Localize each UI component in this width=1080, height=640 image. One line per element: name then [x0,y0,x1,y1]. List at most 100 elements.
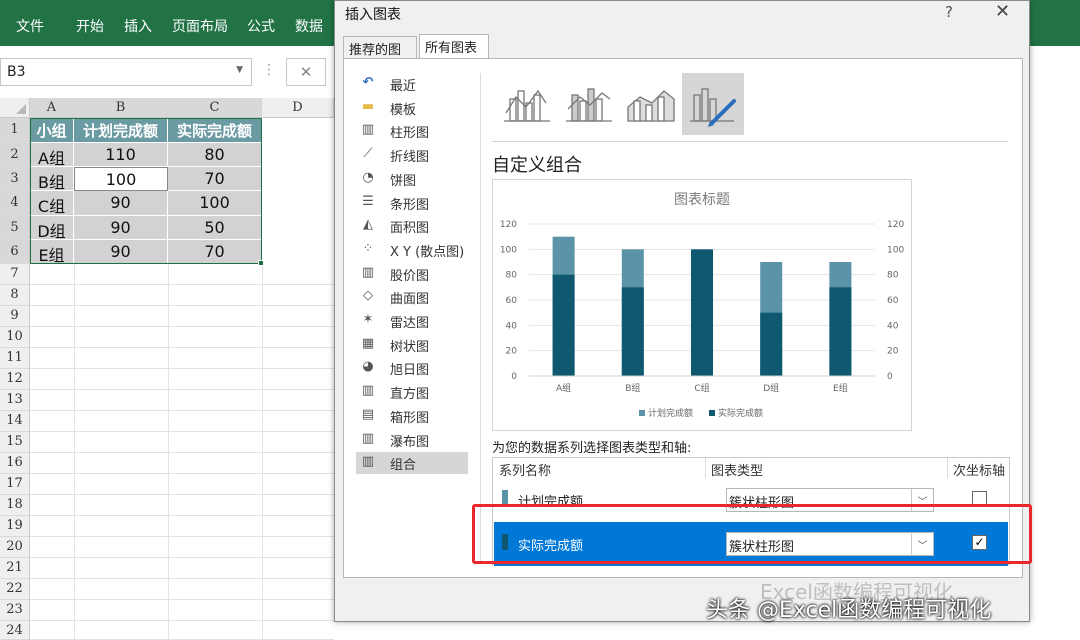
gridline [30,431,334,432]
y-tick-label: 120 [500,220,517,230]
divider [492,141,1008,142]
column-header[interactable]: D [262,98,334,118]
surface-chart-icon: ◇ [363,288,373,304]
chart-type-item[interactable]: ▥ 股价图 [356,263,468,285]
fill-handle[interactable] [258,260,264,266]
y-tick-label: 60 [506,296,518,306]
row-header[interactable]: 19 [0,516,30,537]
gridline [30,473,334,474]
row-header[interactable]: 7 [0,264,30,285]
chart-type-item[interactable]: ☰ 条形图 [356,192,468,214]
tab-formulas[interactable]: 公式 [247,16,275,36]
divider [480,73,481,563]
chart-type-item[interactable]: ◕ 旭日图 [356,357,468,379]
row-header[interactable]: 11 [0,348,30,369]
chart-type-label: 柱形图 [390,126,430,142]
tab-all-charts[interactable]: 所有图表 [419,34,489,58]
chart-type-item[interactable]: ◔ 饼图 [356,168,468,190]
tab-insert[interactable]: 插入 [124,16,152,36]
cancel-button[interactable]: ✕ [286,58,326,86]
row-header[interactable]: 12 [0,369,30,390]
tab-file[interactable]: 文件 [16,16,44,36]
chart-type-item[interactable]: ↶ 最近 [356,73,468,95]
clustered-column-line-secondary-icon[interactable] [558,73,620,135]
y-tick-label: 0 [511,372,517,382]
row-header[interactable]: 21 [0,558,30,579]
chart-type-item[interactable]: ▥ 组合 [356,452,468,475]
clustered-column-line-icon[interactable] [496,73,558,135]
chart-type-label: 组合 [390,458,417,474]
chart-type-item[interactable]: ▥ 柱形图 [356,120,468,142]
tab-recommended-charts[interactable]: 推荐的图表 [343,36,417,77]
chevron-down-icon[interactable]: ▼ [236,65,243,75]
row-header[interactable]: 18 [0,495,30,516]
tab-page-layout[interactable]: 页面布局 [172,16,228,36]
row-header[interactable]: 16 [0,453,30,474]
chart-type-item[interactable]: ✶ 雷达图 [356,310,468,332]
row-header[interactable]: 9 [0,306,30,327]
row-header[interactable]: 24 [0,621,30,640]
column-header[interactable]: A [30,98,74,118]
row-header[interactable]: 17 [0,474,30,495]
row-header[interactable]: 3 [0,167,30,191]
selection-border [30,118,262,264]
chart-type-item[interactable]: ▥ 直方图 [356,381,468,403]
row-header[interactable]: 14 [0,411,30,432]
tab-home[interactable]: 开始 [76,16,104,36]
chart-type-item[interactable]: ⁘ X Y (散点图) [356,239,468,261]
y-tick-label: 100 [500,245,517,255]
chart-type-item[interactable]: ▥ 瀑布图 [356,429,468,451]
gridline [30,599,334,600]
custom-combo-icon[interactable] [682,73,744,135]
row-header[interactable]: 6 [0,240,30,264]
chart-type-item[interactable]: ⟋ 折线图 [356,144,468,166]
chart-type-label: 雷达图 [390,316,430,331]
chart-type-label: 树状图 [390,339,430,355]
close-button[interactable]: ✕ [995,1,1010,22]
column-header[interactable]: C [168,98,262,118]
chart-svg: 图表标题 0 0 20 20 40 40 60 60 80 80 100 100 120 120 A组 B组 C组… [500,192,905,419]
tab-data[interactable]: 数据 [295,16,323,36]
combo-subtype-icons [492,73,752,137]
chart-type-label: 直方图 [390,387,430,403]
sunburst-icon: ◕ [362,359,374,375]
stacked-area-column-icon[interactable] [620,73,682,135]
chart-type-item[interactable]: ▤ 箱形图 [356,405,468,427]
watermark: 头条 @Excel函数编程可视化 [706,598,992,623]
row-header[interactable]: 23 [0,600,30,621]
legend-label: 计划完成额 [648,407,693,419]
bar-actual [691,249,713,376]
row-header[interactable]: 15 [0,432,30,453]
row-header[interactable]: 5 [0,216,30,240]
row-header[interactable]: 13 [0,390,30,411]
chart-type-item[interactable]: ▬ 模板 [356,97,468,119]
name-box[interactable]: B3 ▼ [0,58,252,86]
combo-title: 自定义组合 [492,155,582,176]
radar-chart-icon: ✶ [362,312,374,327]
row-header[interactable]: 8 [0,285,30,306]
name-box-value: B3 [7,64,26,80]
gridline [30,368,334,369]
legend-label: 实际完成额 [718,407,763,419]
row-header[interactable]: 1 [0,118,30,143]
row-header[interactable]: 22 [0,579,30,600]
help-button[interactable]: ? [945,3,953,21]
row-header[interactable]: 20 [0,537,30,558]
gridline [30,305,334,306]
gridline [30,557,334,558]
chart-type-item[interactable]: ◇ 曲面图 [356,286,468,308]
row-header[interactable]: 2 [0,143,30,167]
chart-type-label: 股价图 [390,268,430,284]
row-header[interactable]: 10 [0,327,30,348]
column-header-chart-type: 图表类型 [711,464,764,479]
y2-tick-label: 40 [887,321,899,331]
select-all-button[interactable] [0,98,30,118]
pie-chart-icon: ◔ [362,169,374,185]
chart-type-item[interactable]: ◭ 面积图 [356,215,468,237]
row-header[interactable]: 4 [0,191,30,216]
worksheet[interactable]: A B C D 1 2 3 4 5 6 7 8 9 10 11 12 13 14 15 16 17 18 19 20 21 22 2… [0,98,334,640]
area-chart-icon: ◭ [363,217,373,233]
column-header[interactable]: B [74,98,168,118]
gridline [30,494,334,495]
chart-type-item[interactable]: ▦ 树状图 [356,334,468,356]
